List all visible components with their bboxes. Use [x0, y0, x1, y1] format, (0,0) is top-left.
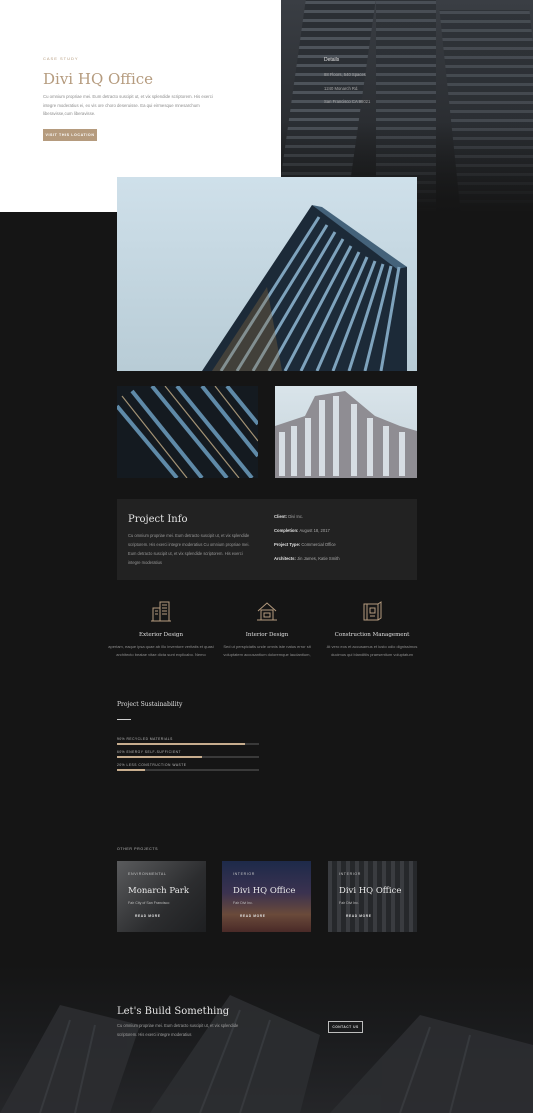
case-study-eyebrow: Case Study	[43, 56, 79, 61]
meta-project-type-value: Commercial Office	[301, 542, 336, 547]
meta-completion: Completion: August 18, 2017	[274, 528, 330, 533]
visit-location-button[interactable]: Visit this location	[43, 129, 97, 141]
card-title: Divi HQ Office	[339, 886, 402, 896]
details-address: 1240 Monarch Rd.	[324, 85, 359, 91]
meta-architects-label: Architects:	[274, 556, 296, 561]
project-info-description: Cu omnium propriae mei. Eum detracto sus…	[128, 533, 250, 565]
service-text: At vero eos et accusamus et iusto odio d…	[326, 644, 418, 657]
progress-track	[117, 743, 259, 746]
facade-photo-left	[117, 386, 258, 478]
cta-text: Cu omnium propriae mei. Eum detracto sus…	[117, 1023, 239, 1037]
details-city: San Francisco CA 98021	[324, 99, 371, 104]
progress-fill	[117, 756, 203, 759]
read-more-link[interactable]: Read More	[135, 914, 161, 918]
contact-us-button[interactable]: Contact Us	[328, 1021, 363, 1033]
project-info-heading: Project Info	[128, 514, 188, 525]
meta-architects: Architects: Jin James, Katie Smith	[274, 556, 340, 561]
progress-fill	[117, 769, 146, 772]
meta-completion-label: Completion:	[274, 528, 299, 533]
details-floors: 88 Floors, 540 Spaces	[324, 72, 366, 77]
read-more-link[interactable]: Read More	[346, 914, 372, 918]
cta-background-photo	[0, 965, 533, 1113]
service-title: Exterior Design	[139, 632, 183, 638]
card-location: Fair Divi Inc.	[233, 901, 253, 905]
sustainability-title: Project Sustainability	[117, 701, 183, 708]
service-exterior-design: Exterior Design aperiam, eaque ipsa quae…	[108, 600, 214, 659]
project-card-divi-hq-1[interactable]: Interior Divi HQ Office Fair Divi Inc. R…	[222, 861, 311, 932]
project-card-divi-hq-2[interactable]: Interior Divi HQ Office Fair Divi Inc. R…	[328, 861, 417, 932]
details-heading: Details	[324, 57, 340, 63]
project-info-panel: Project Info Cu omnium propriae mei. Eum…	[117, 499, 417, 580]
meta-project-type-label: Project Type:	[274, 542, 301, 547]
card-tag: Interior	[339, 872, 361, 876]
card-tag: Environmental	[128, 872, 167, 876]
meta-client: Client: Divi Inc.	[274, 514, 303, 519]
blueprint-icon	[363, 601, 382, 621]
progress-fill	[117, 743, 245, 746]
service-interior-design: Interior Design Sed ut perspiciatis unde…	[214, 600, 320, 659]
hero-description: Cu omnium propriae mei. Eum detracto sus…	[43, 94, 213, 117]
read-more-link[interactable]: Read More	[240, 914, 266, 918]
building-icon	[151, 601, 171, 622]
progress-track	[117, 756, 259, 759]
progress-label: 60% Energy Self-Sufficient	[117, 750, 182, 754]
house-icon	[257, 602, 277, 621]
meta-project-type: Project Type: Commercial Office	[274, 542, 336, 547]
service-title: Interior Design	[245, 632, 289, 638]
card-location: Fair Divi Inc.	[339, 901, 359, 905]
service-title: Construction Management	[334, 632, 410, 638]
progress-label: 20% Less Construction Waste	[117, 763, 187, 767]
page-title: Divi HQ Office	[43, 70, 154, 88]
meta-client-label: Client:	[274, 514, 288, 519]
progress-energy: 60% Energy Self-Sufficient	[117, 750, 259, 759]
service-construction-management: Construction Management At vero eos et a…	[319, 600, 425, 659]
service-text: Sed ut perspiciatis unde omnis iste natu…	[223, 644, 311, 657]
other-projects-label: Other Projects	[117, 847, 159, 851]
card-title: Divi HQ Office	[233, 886, 296, 896]
card-tag: Interior	[233, 872, 255, 876]
progress-recycled: 90% Recycled Materials	[117, 737, 259, 746]
card-location: Fair City of San Francisco	[128, 901, 170, 905]
cta-title: Let's Build Something	[117, 1006, 230, 1017]
service-text: aperiam, eaque ipsa quae ab illo invento…	[108, 644, 214, 657]
details-block: Details 88 Floors, 540 Spaces 1240 Monar…	[324, 57, 370, 109]
facade-photo-right	[275, 386, 417, 478]
meta-client-value: Divi Inc.	[288, 514, 304, 519]
main-building-photo	[117, 177, 417, 371]
project-card-monarch-park[interactable]: Environmental Monarch Park Fair City of …	[117, 861, 206, 932]
progress-label: 90% Recycled Materials	[117, 737, 173, 741]
meta-architects-value: Jin James, Katie Smith	[297, 556, 340, 561]
meta-completion-value: August 18, 2017	[299, 528, 330, 533]
sustainability-divider	[117, 719, 131, 720]
card-title: Monarch Park	[128, 886, 189, 896]
progress-waste: 20% Less Construction Waste	[117, 763, 259, 772]
progress-track	[117, 769, 259, 772]
